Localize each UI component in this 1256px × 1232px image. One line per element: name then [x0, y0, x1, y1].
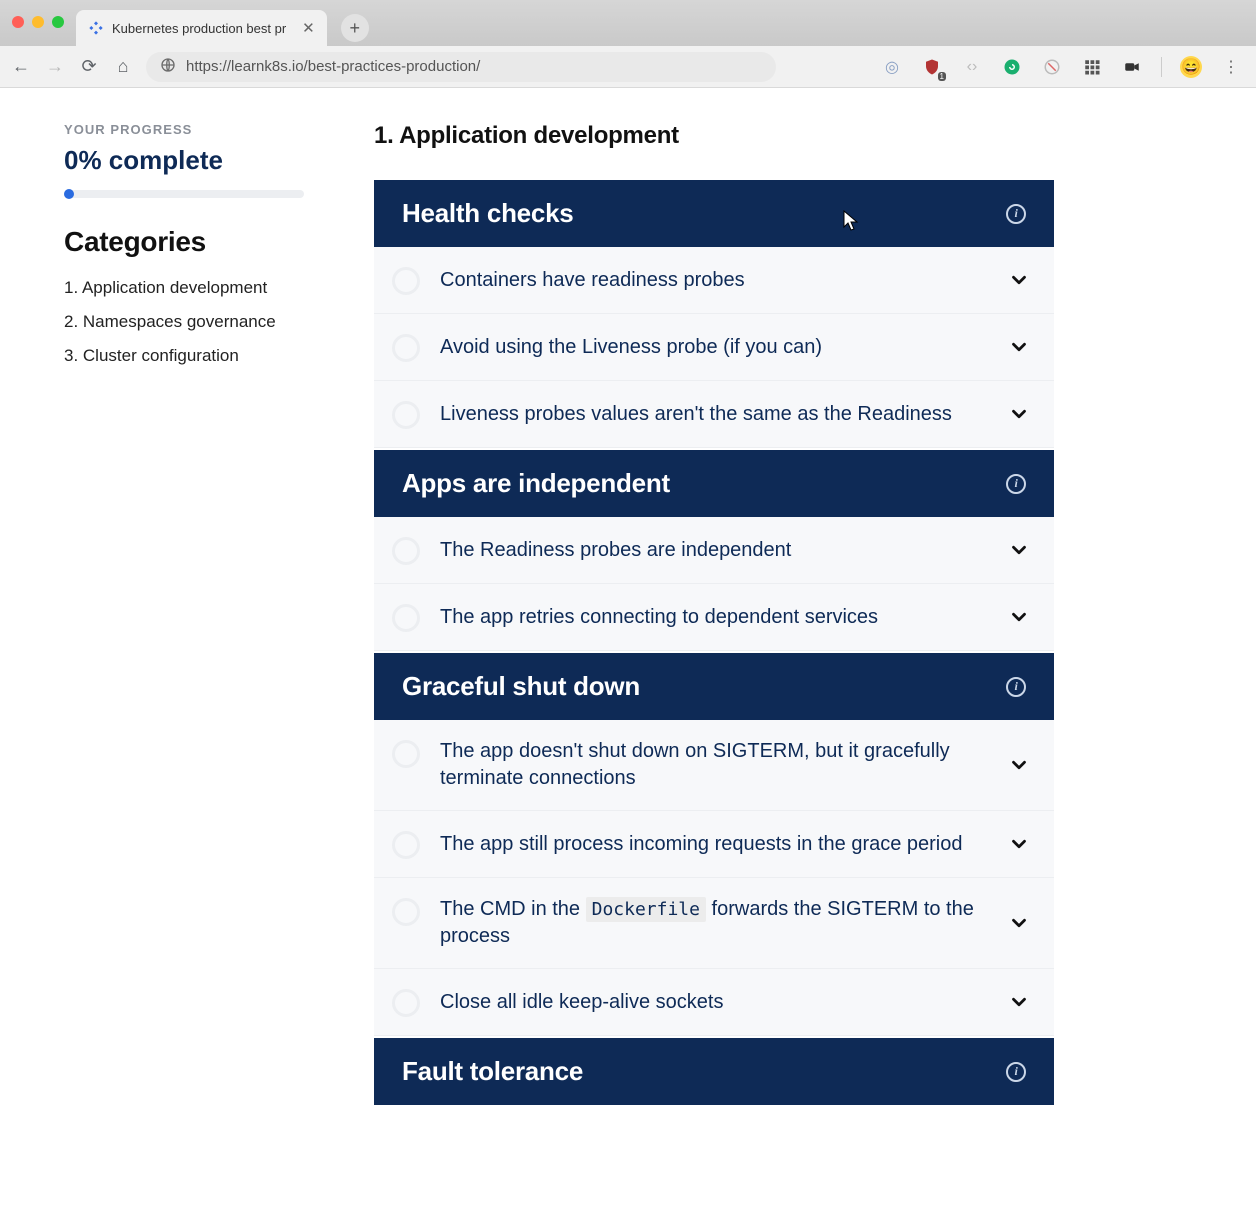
checklist-item-label: Avoid using the Liveness probe (if you c… [440, 334, 988, 361]
info-icon[interactable]: i [1006, 204, 1026, 224]
info-icon[interactable]: i [1006, 1062, 1026, 1082]
close-window-button[interactable] [12, 16, 24, 28]
checklist-item-label: The app still process incoming requests … [440, 831, 988, 858]
chevron-down-icon [1008, 269, 1030, 291]
checklist-item[interactable]: The CMD in the Dockerfile forwards the S… [374, 878, 1054, 969]
info-icon[interactable]: i [1006, 677, 1026, 697]
home-button[interactable]: ⌂ [112, 56, 134, 77]
checklist-item-label: Containers have readiness probes [440, 267, 988, 294]
section-title: Apps are independent [402, 468, 670, 499]
checkbox[interactable] [392, 401, 420, 429]
checklist-item-label: The Readiness probes are independent [440, 537, 988, 564]
checkbox[interactable] [392, 537, 420, 565]
url-text: https://learnk8s.io/best-practices-produ… [186, 58, 480, 75]
sidebar: YOUR PROGRESS 0% complete Categories 1. … [64, 122, 304, 1105]
checkbox[interactable] [392, 604, 420, 632]
chevron-down-icon [1008, 539, 1030, 561]
main-column: 1. Application development Health checks… [374, 122, 1054, 1105]
checkbox[interactable] [392, 989, 420, 1017]
toolbar-divider [1161, 57, 1162, 77]
checklist-item[interactable]: Containers have readiness probes [374, 247, 1054, 314]
chevron-down-icon [1008, 606, 1030, 628]
extension-grammarly-icon[interactable] [1001, 56, 1023, 78]
minimize-window-button[interactable] [32, 16, 44, 28]
section-title: Health checks [402, 198, 574, 229]
checklist-item-label: The CMD in the Dockerfile forwards the S… [440, 896, 988, 950]
categories-heading: Categories [64, 226, 304, 258]
page-content: YOUR PROGRESS 0% complete Categories 1. … [0, 88, 1256, 1105]
tab-title: Kubernetes production best pr [112, 21, 286, 36]
info-icon[interactable]: i [1006, 474, 1026, 494]
chevron-down-icon [1008, 403, 1030, 425]
section-title: Fault tolerance [402, 1056, 583, 1087]
browser-tab[interactable]: Kubernetes production best pr ✕ [76, 10, 327, 46]
checklist-item[interactable]: The Readiness probes are independent [374, 517, 1054, 584]
section-title: Graceful shut down [402, 671, 640, 702]
checklist-item-label: Close all idle keep-alive sockets [440, 989, 988, 1016]
checklist-item-label: The app retries connecting to dependent … [440, 604, 988, 631]
browser-tab-strip: Kubernetes production best pr ✕ + [0, 0, 1256, 46]
progress-indicator [64, 189, 74, 199]
chevron-down-icon [1008, 912, 1030, 934]
tab-favicon-icon [88, 20, 104, 36]
extension-video-icon[interactable] [1121, 56, 1143, 78]
section-header[interactable]: Graceful shut down i [374, 653, 1054, 720]
extension-generic-icon[interactable] [1041, 56, 1063, 78]
adblock-badge: 1 [938, 72, 946, 81]
category-item[interactable]: 1. Application development [64, 278, 304, 298]
extension-apps-icon[interactable] [1081, 56, 1103, 78]
section-header[interactable]: Fault tolerance i [374, 1038, 1054, 1105]
section-header[interactable]: Apps are independent i [374, 450, 1054, 517]
page-title: 1. Application development [374, 122, 1054, 150]
chevron-down-icon [1008, 991, 1030, 1013]
checklist-item-label: The app doesn't shut down on SIGTERM, bu… [440, 738, 988, 792]
category-item[interactable]: 2. Namespaces governance [64, 312, 304, 332]
extension-code-icon[interactable]: ‹› [961, 56, 983, 78]
category-item[interactable]: 3. Cluster configuration [64, 346, 304, 366]
checklist-item-label: Liveness probes values aren't the same a… [440, 401, 988, 428]
code-snippet: Dockerfile [586, 897, 706, 922]
extension-adblock-icon[interactable]: 1 [921, 56, 943, 78]
new-tab-button[interactable]: + [341, 14, 369, 42]
extension-row: ◎ 1 ‹› 😄 ⋮ [881, 56, 1246, 78]
checkbox[interactable] [392, 831, 420, 859]
window-controls [12, 16, 76, 46]
reload-button[interactable]: ⟳ [78, 56, 100, 77]
checklist-item[interactable]: The app doesn't shut down on SIGTERM, bu… [374, 720, 1054, 811]
back-button[interactable]: ← [10, 56, 32, 77]
address-bar[interactable]: https://learnk8s.io/best-practices-produ… [146, 52, 776, 82]
chevron-down-icon [1008, 833, 1030, 855]
extension-loop-icon[interactable]: ◎ [881, 56, 903, 78]
site-info-icon [160, 57, 176, 77]
chevron-down-icon [1008, 754, 1030, 776]
category-list: 1. Application development 2. Namespaces… [64, 278, 304, 366]
checklist-item[interactable]: Avoid using the Liveness probe (if you c… [374, 314, 1054, 381]
forward-button[interactable]: → [44, 56, 66, 77]
checkbox[interactable] [392, 740, 420, 768]
profile-avatar[interactable]: 😄 [1180, 56, 1202, 78]
checkbox[interactable] [392, 898, 420, 926]
progress-bar [64, 190, 304, 198]
browser-toolbar: ← → ⟳ ⌂ https://learnk8s.io/best-practic… [0, 46, 1256, 88]
progress-label: YOUR PROGRESS [64, 122, 304, 137]
checklist-item[interactable]: Liveness probes values aren't the same a… [374, 381, 1054, 448]
close-tab-icon[interactable]: ✕ [302, 19, 315, 37]
checklist-item[interactable]: The app retries connecting to dependent … [374, 584, 1054, 651]
checklist-item[interactable]: The app still process incoming requests … [374, 811, 1054, 878]
progress-value: 0% complete [64, 145, 304, 176]
checklist-item[interactable]: Close all idle keep-alive sockets [374, 969, 1054, 1036]
section-list: Health checks i Containers have readiness … [374, 180, 1054, 1105]
maximize-window-button[interactable] [52, 16, 64, 28]
chevron-down-icon [1008, 336, 1030, 358]
browser-menu-icon[interactable]: ⋮ [1220, 56, 1242, 78]
tab-row: Kubernetes production best pr ✕ + [76, 0, 369, 46]
checkbox[interactable] [392, 267, 420, 295]
checkbox[interactable] [392, 334, 420, 362]
section-header[interactable]: Health checks i [374, 180, 1054, 247]
